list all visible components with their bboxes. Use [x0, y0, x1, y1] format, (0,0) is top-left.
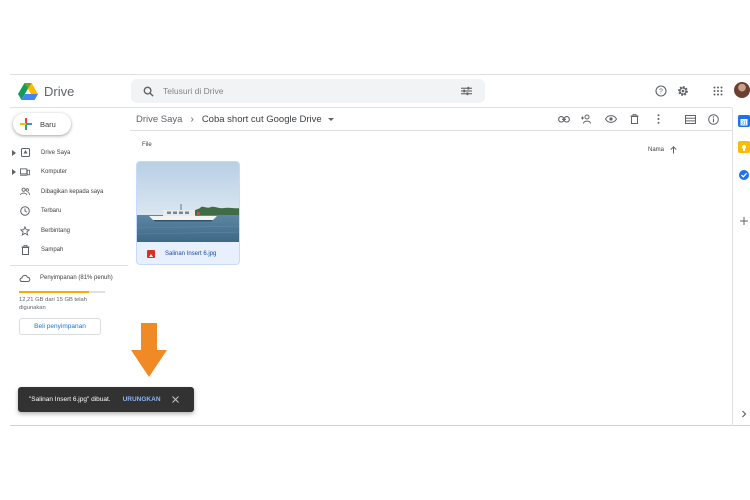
cloud-icon [19, 273, 31, 283]
add-person-icon[interactable] [579, 111, 595, 127]
sort-label[interactable]: Nama [648, 147, 664, 153]
orange-arrow-annotation [131, 323, 167, 377]
calendar-icon[interactable]: 31 [738, 115, 750, 127]
sidebar-item-recent[interactable]: Terbaru [10, 202, 130, 222]
sort-control[interactable]: Nama [648, 141, 677, 159]
sidebar-item-computers[interactable]: Komputer [10, 163, 130, 183]
file-card[interactable]: Salinan Insert 6.jpg [136, 161, 240, 265]
storage-label: Penyimpanan (81% penuh) [40, 275, 113, 281]
storage-section: Penyimpanan (81% penuh) 12,21 GB dari 15… [10, 271, 128, 335]
sidebar-divider [10, 265, 128, 266]
breadcrumb-separator: › [190, 113, 194, 125]
shared-icon [20, 187, 30, 197]
keep-icon[interactable] [738, 141, 750, 153]
image-file-icon [147, 250, 155, 258]
file-name[interactable]: Salinan Insert 6.jpg [165, 251, 216, 257]
sidebar-item-trash[interactable]: Sampah [10, 241, 130, 261]
toolbar-divider [130, 130, 732, 131]
sidebar-item-label: Terbaru [41, 208, 62, 215]
sort-ascending-arrow-icon[interactable] [670, 141, 677, 159]
clock-icon [20, 206, 30, 217]
sidebar-item-label: Sampah [41, 247, 64, 254]
star-icon [20, 225, 30, 236]
more-icon[interactable] [650, 111, 666, 127]
file-thumbnail [137, 162, 239, 242]
drive-window: Drive Telusuri di Drive ? Baru Drive Say… [10, 74, 750, 426]
storage-progress-bar [19, 291, 105, 293]
search-input[interactable]: Telusuri di Drive [163, 86, 455, 96]
drive-logo-icon [18, 83, 38, 100]
link-icon[interactable] [556, 111, 572, 127]
close-icon[interactable] [171, 395, 181, 405]
preview-icon[interactable] [603, 111, 619, 127]
snackbar: "Salinan Insert 6.jpg" dibuat. URUNGKAN [18, 387, 194, 412]
breadcrumb-current-folder[interactable]: Coba short cut Google Drive [202, 114, 322, 125]
search-icon[interactable] [137, 80, 159, 102]
snackbar-message: "Salinan Insert 6.jpg" dibuat. [29, 396, 111, 403]
side-panel-divider [732, 108, 733, 426]
svg-text:?: ? [659, 89, 663, 96]
avatar[interactable] [734, 82, 750, 98]
trash-icon [20, 245, 30, 256]
sidebar-item-label: Berbintang [41, 227, 71, 234]
new-button[interactable]: Baru [13, 113, 71, 135]
info-icon[interactable] [705, 111, 721, 127]
new-button-label: Baru [40, 119, 56, 129]
list-view-icon[interactable] [682, 111, 698, 127]
computer-icon [20, 167, 30, 177]
help-icon[interactable]: ? [651, 81, 671, 101]
breadcrumb: Drive Saya › Coba short cut Google Drive [136, 111, 334, 127]
header-divider [10, 107, 732, 108]
drive-logo[interactable]: Drive [18, 83, 74, 100]
tune-icon[interactable] [455, 80, 477, 102]
svg-text:31: 31 [741, 121, 747, 127]
expand-arrow-icon[interactable] [12, 169, 16, 176]
tasks-icon[interactable] [738, 168, 750, 180]
file-card-footer: Salinan Insert 6.jpg [137, 242, 239, 264]
sidebar-item-label: Komputer [41, 169, 68, 176]
storage-detail: 12,21 GB dari 15 GB telah digunakan [19, 297, 87, 311]
boat-photo-thumbnail [137, 162, 239, 242]
sidebar-item-label: Drive Saya [41, 149, 71, 156]
apps-icon[interactable] [708, 81, 728, 101]
storage-progress-fill [19, 291, 89, 293]
expand-arrow-icon[interactable] [12, 149, 16, 156]
buy-storage-button[interactable]: Beli penyimpanan [19, 318, 101, 335]
sidebar-item-label: Dibagikan kepada saya [41, 188, 104, 195]
app-name: Drive [44, 84, 75, 99]
settings-icon[interactable] [673, 81, 693, 101]
breadcrumb-root[interactable]: Drive Saya [136, 114, 182, 125]
delete-icon[interactable] [626, 111, 642, 127]
section-label: File [142, 142, 152, 148]
my-drive-icon [20, 148, 30, 158]
storage-item[interactable]: Penyimpanan (81% penuh) [10, 271, 128, 285]
add-addon-icon[interactable] [739, 213, 750, 225]
search-bar[interactable]: Telusuri di Drive [131, 79, 485, 103]
undo-button[interactable]: URUNGKAN [123, 396, 161, 403]
sidebar-nav: Drive Saya Komputer Dibagikan kepada say… [10, 143, 130, 260]
sidebar-item-starred[interactable]: Berbintang [10, 221, 130, 241]
sidebar-item-my-drive[interactable]: Drive Saya [10, 143, 130, 163]
plus-icon [20, 118, 32, 130]
folder-menu-icon[interactable] [327, 117, 334, 121]
chevron-right-icon[interactable] [740, 406, 750, 418]
sidebar-item-shared[interactable]: Dibagikan kepada saya [10, 182, 130, 202]
